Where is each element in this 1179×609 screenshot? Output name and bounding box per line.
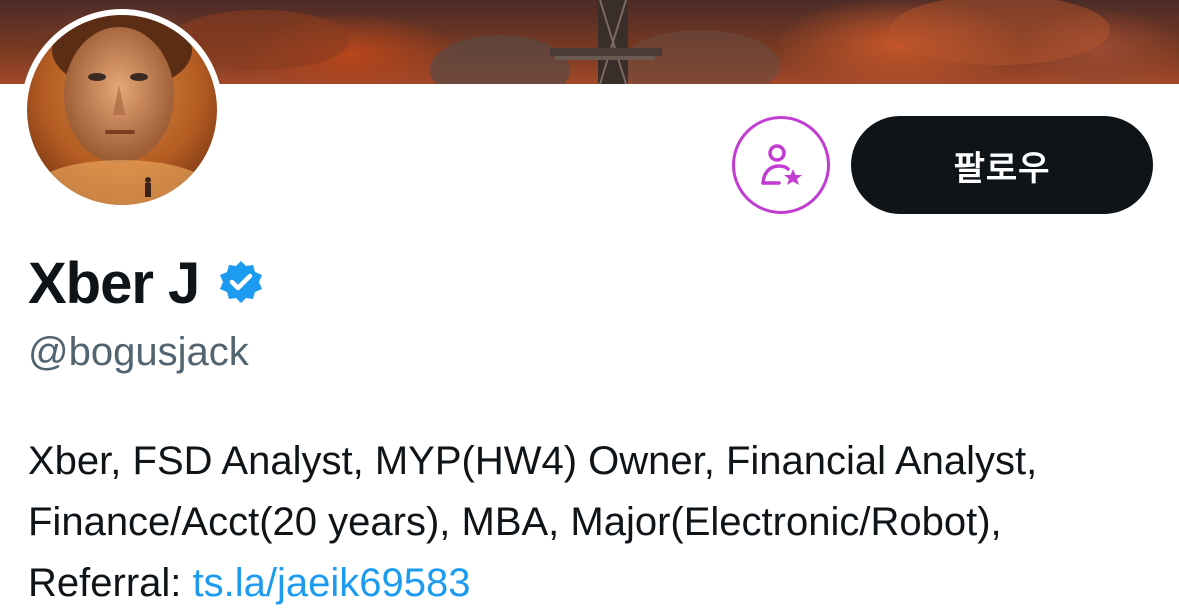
- display-name: Xber J: [28, 250, 200, 316]
- referral-label: Referral:: [28, 561, 193, 605]
- profile-page: 팔로우 Xber J @bogusjack Xber, FSD Analyst,…: [0, 0, 1179, 609]
- person-star-icon: [761, 144, 802, 185]
- follow-button[interactable]: 팔로우: [851, 116, 1153, 214]
- verified-badge-icon[interactable]: [217, 259, 265, 307]
- bio-line: Xber, FSD Analyst, MYP(HW4) Owner, Finan…: [28, 439, 1038, 483]
- avatar-image: [27, 15, 217, 205]
- user-handle: @bogusjack: [28, 330, 249, 374]
- profile-bio: Xber, FSD Analyst, MYP(HW4) Owner, Finan…: [28, 431, 1168, 609]
- referral-link[interactable]: ts.la/jaeik69583: [193, 561, 471, 605]
- subscribe-button[interactable]: [732, 116, 830, 214]
- name-row: Xber J: [28, 248, 265, 318]
- bio-line-referral: Referral: ts.la/jaeik69583: [28, 553, 1168, 609]
- bio-line: Finance/Acct(20 years), MBA, Major(Elect…: [28, 500, 1002, 544]
- avatar[interactable]: [21, 9, 223, 211]
